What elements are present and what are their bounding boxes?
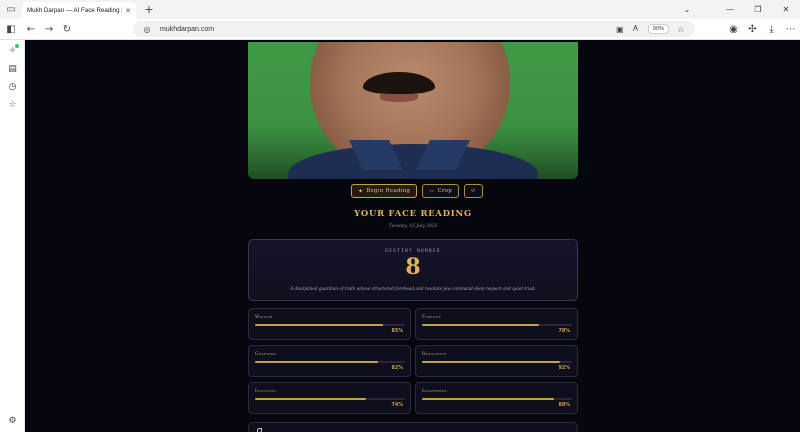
trait-name: Resilience bbox=[422, 352, 447, 357]
crop-label: Crop bbox=[437, 188, 453, 194]
trait-value: 85% bbox=[391, 329, 403, 334]
reset-button[interactable]: ↺ bbox=[464, 184, 483, 198]
next-section-card bbox=[248, 422, 578, 432]
destiny-number: 8 bbox=[405, 254, 421, 280]
extensions-icon[interactable]: ✣ bbox=[743, 21, 762, 39]
leaf-icon bbox=[257, 428, 262, 432]
address-bar[interactable]: ◎ mukhdarpan.com ▣ Ꭺ 90% ☆ bbox=[133, 21, 695, 37]
reset-icon: ↺ bbox=[471, 188, 476, 194]
forward-icon[interactable]: → bbox=[40, 20, 58, 38]
nav-bar: ◧ ← → ↻ ◎ mukhdarpan.com ▣ Ꭺ 90% ☆ ◉ ✣ ⤓… bbox=[0, 19, 800, 40]
begin-reading-label: Begin Reading bbox=[366, 188, 411, 194]
trait-card: Intuition 74% bbox=[248, 382, 411, 414]
trait-value: 78% bbox=[558, 329, 570, 334]
tab-title: Mukh Darpan — AI Face Reading | M bbox=[27, 7, 123, 14]
trait-name: Intuition bbox=[255, 389, 277, 394]
page-viewport: ✦ Begin Reading ✂ Crop ↺ YOUR FACE READI… bbox=[25, 40, 800, 432]
trait-bar-fill bbox=[422, 324, 539, 326]
sparkle-icon: ✦ bbox=[358, 187, 364, 195]
trait-name: Leadership bbox=[422, 389, 448, 394]
menu-icon[interactable]: ⋯ bbox=[781, 21, 800, 39]
toolbar-right: ◉ ✣ ⤓ ⋯ bbox=[724, 19, 800, 40]
trait-card: Charisma 82% bbox=[248, 345, 411, 377]
trait-bar-fill bbox=[255, 324, 383, 326]
photo-lip-shape bbox=[380, 94, 418, 102]
new-tab-icon[interactable]: + bbox=[140, 3, 158, 16]
trait-value: 88% bbox=[558, 403, 570, 408]
trait-name: Fortune bbox=[422, 315, 442, 320]
traits-grid: Wisdom 85% Fortune 78% Charisma 82% Resi… bbox=[248, 308, 578, 414]
trait-bar-track bbox=[255, 361, 405, 363]
crop-icon: ✂ bbox=[429, 187, 435, 195]
trait-bar-track bbox=[422, 361, 572, 363]
trait-bar-track bbox=[422, 398, 572, 400]
trait-bar-fill bbox=[422, 361, 560, 363]
trait-name: Wisdom bbox=[255, 315, 273, 320]
restore-icon[interactable]: ❐ bbox=[744, 5, 772, 14]
trait-card: Resilience 92% bbox=[415, 345, 578, 377]
site-info-icon[interactable]: ◎ bbox=[139, 25, 155, 34]
tab-bar: ▭ Mukh Darpan — AI Face Reading | M ✕ + … bbox=[0, 0, 800, 19]
trait-card: Leadership 88% bbox=[415, 382, 578, 414]
face-photo bbox=[248, 42, 578, 179]
ai-sparkle-icon[interactable]: ✧ bbox=[0, 46, 25, 56]
settings-gear-icon[interactable]: ⚙ bbox=[0, 416, 25, 426]
trait-card: Fortune 78% bbox=[415, 308, 578, 340]
tab-active[interactable]: Mukh Darpan — AI Face Reading | M ✕ bbox=[22, 2, 136, 19]
reading-date: Tuesday, 15 July 2025 bbox=[388, 224, 438, 229]
destiny-card: DESTINY NUMBER 8 A disciplined guardian … bbox=[248, 239, 578, 301]
collections-icon[interactable]: ▤ bbox=[0, 64, 25, 74]
url-text[interactable]: mukhdarpan.com bbox=[160, 26, 612, 33]
minimize-icon[interactable]: — bbox=[716, 5, 744, 14]
install-app-icon[interactable]: ▣ bbox=[612, 25, 628, 34]
back-icon[interactable]: ← bbox=[22, 20, 40, 38]
trait-value: 74% bbox=[391, 403, 403, 408]
begin-reading-button[interactable]: ✦ Begin Reading bbox=[351, 184, 418, 198]
favorite-star-icon[interactable]: ☆ bbox=[673, 25, 689, 34]
tab-close-icon[interactable]: ✕ bbox=[125, 7, 131, 15]
reading-title: YOUR FACE READING bbox=[354, 208, 472, 218]
tab-list-icon[interactable]: ▭ bbox=[0, 0, 22, 19]
trait-bar-fill bbox=[422, 398, 554, 400]
downloads-icon[interactable]: ⤓ bbox=[762, 21, 781, 39]
zoom-level-badge[interactable]: 90% bbox=[647, 24, 669, 34]
sidebar-toggle-icon[interactable]: ◧ bbox=[0, 20, 22, 38]
destiny-description: A disciplined guardian of truth whose st… bbox=[290, 286, 536, 291]
profile-icon[interactable]: ◉ bbox=[724, 21, 743, 39]
notification-dot bbox=[15, 44, 19, 48]
trait-card: Wisdom 85% bbox=[248, 308, 411, 340]
trait-bar-track bbox=[422, 324, 572, 326]
trait-bar-fill bbox=[255, 398, 366, 400]
trait-value: 82% bbox=[391, 366, 403, 371]
trait-bar-track bbox=[255, 324, 405, 326]
favorites-icon[interactable]: ☆ bbox=[0, 100, 25, 110]
trait-value: 92% bbox=[558, 366, 570, 371]
crop-button[interactable]: ✂ Crop bbox=[422, 184, 460, 198]
reload-icon[interactable]: ↻ bbox=[58, 20, 76, 38]
photo-actions: ✦ Begin Reading ✂ Crop ↺ bbox=[351, 184, 483, 198]
trait-name: Charisma bbox=[255, 352, 277, 357]
close-window-icon[interactable]: ✕ bbox=[772, 5, 800, 14]
translate-icon[interactable]: Ꭺ bbox=[628, 24, 644, 34]
trait-bar-fill bbox=[255, 361, 378, 363]
history-icon[interactable]: ◷ bbox=[0, 82, 25, 92]
trait-bar-track bbox=[255, 398, 405, 400]
chevron-down-icon[interactable]: ⌄ bbox=[680, 5, 694, 14]
browser-side-rail: ✧ ▤ ◷ ☆ ⚙ bbox=[0, 40, 25, 432]
